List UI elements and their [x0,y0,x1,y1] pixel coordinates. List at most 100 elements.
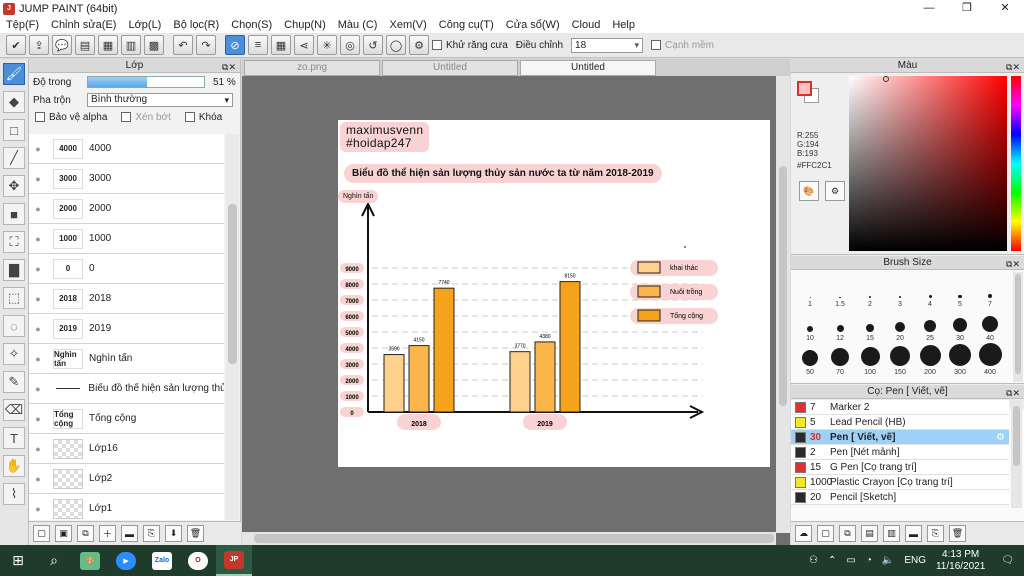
menu-tools[interactable]: Công cụ(T) [439,19,494,31]
tab-untitled-2[interactable]: Untitled [520,60,656,76]
brush-size-option[interactable]: 1 [795,274,825,308]
canvas-hscroll-thumb[interactable] [254,534,774,543]
subtool-scroll-thumb[interactable] [1013,406,1020,466]
brush-size-option[interactable]: 70 [825,342,855,376]
redo-icon[interactable]: ↷ [196,35,216,55]
concentric-ruler-icon[interactable]: ◎ [340,35,360,55]
cloud-sync-icon[interactable]: ✔ [6,35,26,55]
subtool-doc-icon[interactable]: ▥ [883,525,900,542]
layer-row[interactable]: ● 2018 2018 [29,284,224,314]
visibility-eye-icon[interactable]: ● [29,204,47,214]
visibility-eye-icon[interactable]: ● [29,144,47,154]
subtool-list[interactable]: 7 Marker 2 5 Lead Pencil (HB) 30 Pen [ Viết, … [791,400,1009,505]
menu-layer[interactable]: Lớp(L) [128,19,161,31]
brush-size-option[interactable]: 7 [975,274,1005,308]
opacity-slider[interactable] [87,76,205,88]
grid-settings-icon[interactable]: ▩ [144,35,164,55]
merge-icon[interactable]: ⬇ [165,525,182,542]
brush-size-option[interactable]: 50 [795,342,825,376]
minimize-button[interactable]: — [910,0,948,17]
menu-capture[interactable]: Chụp(N) [284,19,326,31]
canvas-vscroll-thumb[interactable] [779,166,787,406]
brush-size-option[interactable]: 300 [945,342,975,376]
visibility-eye-icon[interactable]: ● [29,384,47,394]
color-picker-cursor[interactable] [883,76,889,82]
lock-option[interactable]: Khóa [184,112,222,123]
layer-row[interactable]: ● Tổng cộng Tổng cộng [29,404,224,434]
visibility-eye-icon[interactable]: ● [29,234,47,244]
layer-list[interactable]: ● 4000 4000 ● 3000 3000 ● 2000 2000 ● 1000 1000 ● 0 0 ●… [29,134,224,520]
show-hidden-icon[interactable]: ⌃ [828,555,836,566]
layer-row[interactable]: ● 4000 4000 [29,134,224,164]
canvas-vertical-scrollbar[interactable] [776,76,790,533]
magic-wand-tool-icon[interactable]: ✧ [3,343,25,365]
jump-paint-app-icon[interactable]: JP [216,545,252,576]
hand-tool-icon[interactable]: ✋ [3,455,25,477]
subtool-item[interactable]: 20 Pencil [Sketch] [791,490,1009,505]
palette-settings-icon[interactable]: ⚙ [825,181,845,201]
clock[interactable]: 4:13 PM 11/16/2021 [936,549,985,573]
brush-size-option[interactable]: 3 [885,274,915,308]
search-icon[interactable]: ⌕ [36,545,72,576]
select-eraser-tool-icon[interactable]: ⌫ [3,399,25,421]
layer-scroll-thumb[interactable] [228,204,237,364]
eyedropper-tool-icon[interactable]: ⌇ [3,483,25,505]
visibility-eye-icon[interactable]: ● [29,354,47,364]
brush-size-option[interactable]: 30 [945,308,975,342]
adjust-select[interactable]: 18 [571,37,644,53]
tab-untitled-1[interactable]: Untitled [382,60,518,76]
curve-ruler-icon[interactable]: ↺ [363,35,383,55]
menu-cloud[interactable]: Cloud [572,19,601,31]
bucket-tool-icon[interactable]: ⛶ [3,231,25,253]
menu-window[interactable]: Cửa sổ(W) [506,19,560,31]
brush-size-option[interactable]: 5 [945,274,975,308]
new-folder-icon[interactable]: ▣ [55,525,72,542]
select-pen-tool-icon[interactable]: ✎ [3,371,25,393]
ruler-settings-icon[interactable]: ⚙ [409,35,429,55]
menu-filter[interactable]: Bộ lọc(R) [173,19,219,31]
gradient-tool-icon[interactable]: ▇ [3,259,25,281]
subtool-item[interactable]: 2 Pen [Nét mảnh] [791,445,1009,460]
message-icon[interactable]: ▤ [75,35,95,55]
restore-button[interactable]: ❐ [948,0,986,17]
add-layer-menu-icon[interactable]: ＋ [99,525,116,542]
export-icon[interactable]: ⇪ [29,35,49,55]
new-layer-icon[interactable]: ▢ [33,525,50,542]
menu-file[interactable]: Tệp(F) [6,19,39,31]
lock-checkbox[interactable] [184,112,195,122]
visibility-eye-icon[interactable]: ● [29,324,47,334]
brush-size-option[interactable]: 25 [915,308,945,342]
fill-rect-tool-icon[interactable]: ■ [3,203,25,225]
layer-row[interactable]: ● 1000 1000 [29,224,224,254]
palette-icon[interactable]: 🎨 [799,181,819,201]
opera-app-icon[interactable]: O [180,545,216,576]
layer-row[interactable]: ● 3000 3000 [29,164,224,194]
brush-size-option[interactable]: 12 [825,308,855,342]
menu-view[interactable]: Xem(V) [389,19,426,31]
brush-size-popout-icon[interactable]: ⧉✕ [1006,257,1020,271]
brush-size-option[interactable]: 40 [975,308,1005,342]
brush-size-option[interactable]: 150 [885,342,915,376]
brush-size-option[interactable]: 400 [975,342,1005,376]
folder-icon[interactable]: ▬ [121,525,138,542]
menu-color[interactable]: Màu (C) [338,19,378,31]
network-icon[interactable]: ◔ [866,555,872,566]
layer-row[interactable]: ● Nghìn tấn Nghìn tấn [29,344,224,374]
copy-layer-icon[interactable]: ⧉ [77,525,94,542]
page-icon[interactable]: ▦ [98,35,118,55]
subtool-gear-icon[interactable]: ⚙ [996,432,1005,443]
paint-app-icon[interactable]: 🎨 [72,545,108,576]
saturation-value-picker[interactable] [849,76,1007,251]
visibility-eye-icon[interactable]: ● [29,174,47,184]
zalo-app-icon[interactable]: Zalo [144,545,180,576]
primary-color-swatch[interactable] [797,81,812,96]
document-icon[interactable]: ▥ [121,35,141,55]
subtool-delete-icon[interactable]: 🗑 [949,525,966,542]
subtool-item[interactable]: 30 Pen [ Viết, vẽ] ⚙ [791,430,1009,445]
subtool-copy-icon[interactable]: ⧉ [839,525,856,542]
select-rect-tool-icon[interactable]: ⬚ [3,287,25,309]
antialias-option[interactable]: Khử răng cưa [432,40,508,51]
duplicate-icon[interactable]: ⎘ [143,525,160,542]
snap-off-icon[interactable]: ⊘ [225,35,245,55]
brush-tool-icon[interactable]: 🖌 [3,63,25,85]
